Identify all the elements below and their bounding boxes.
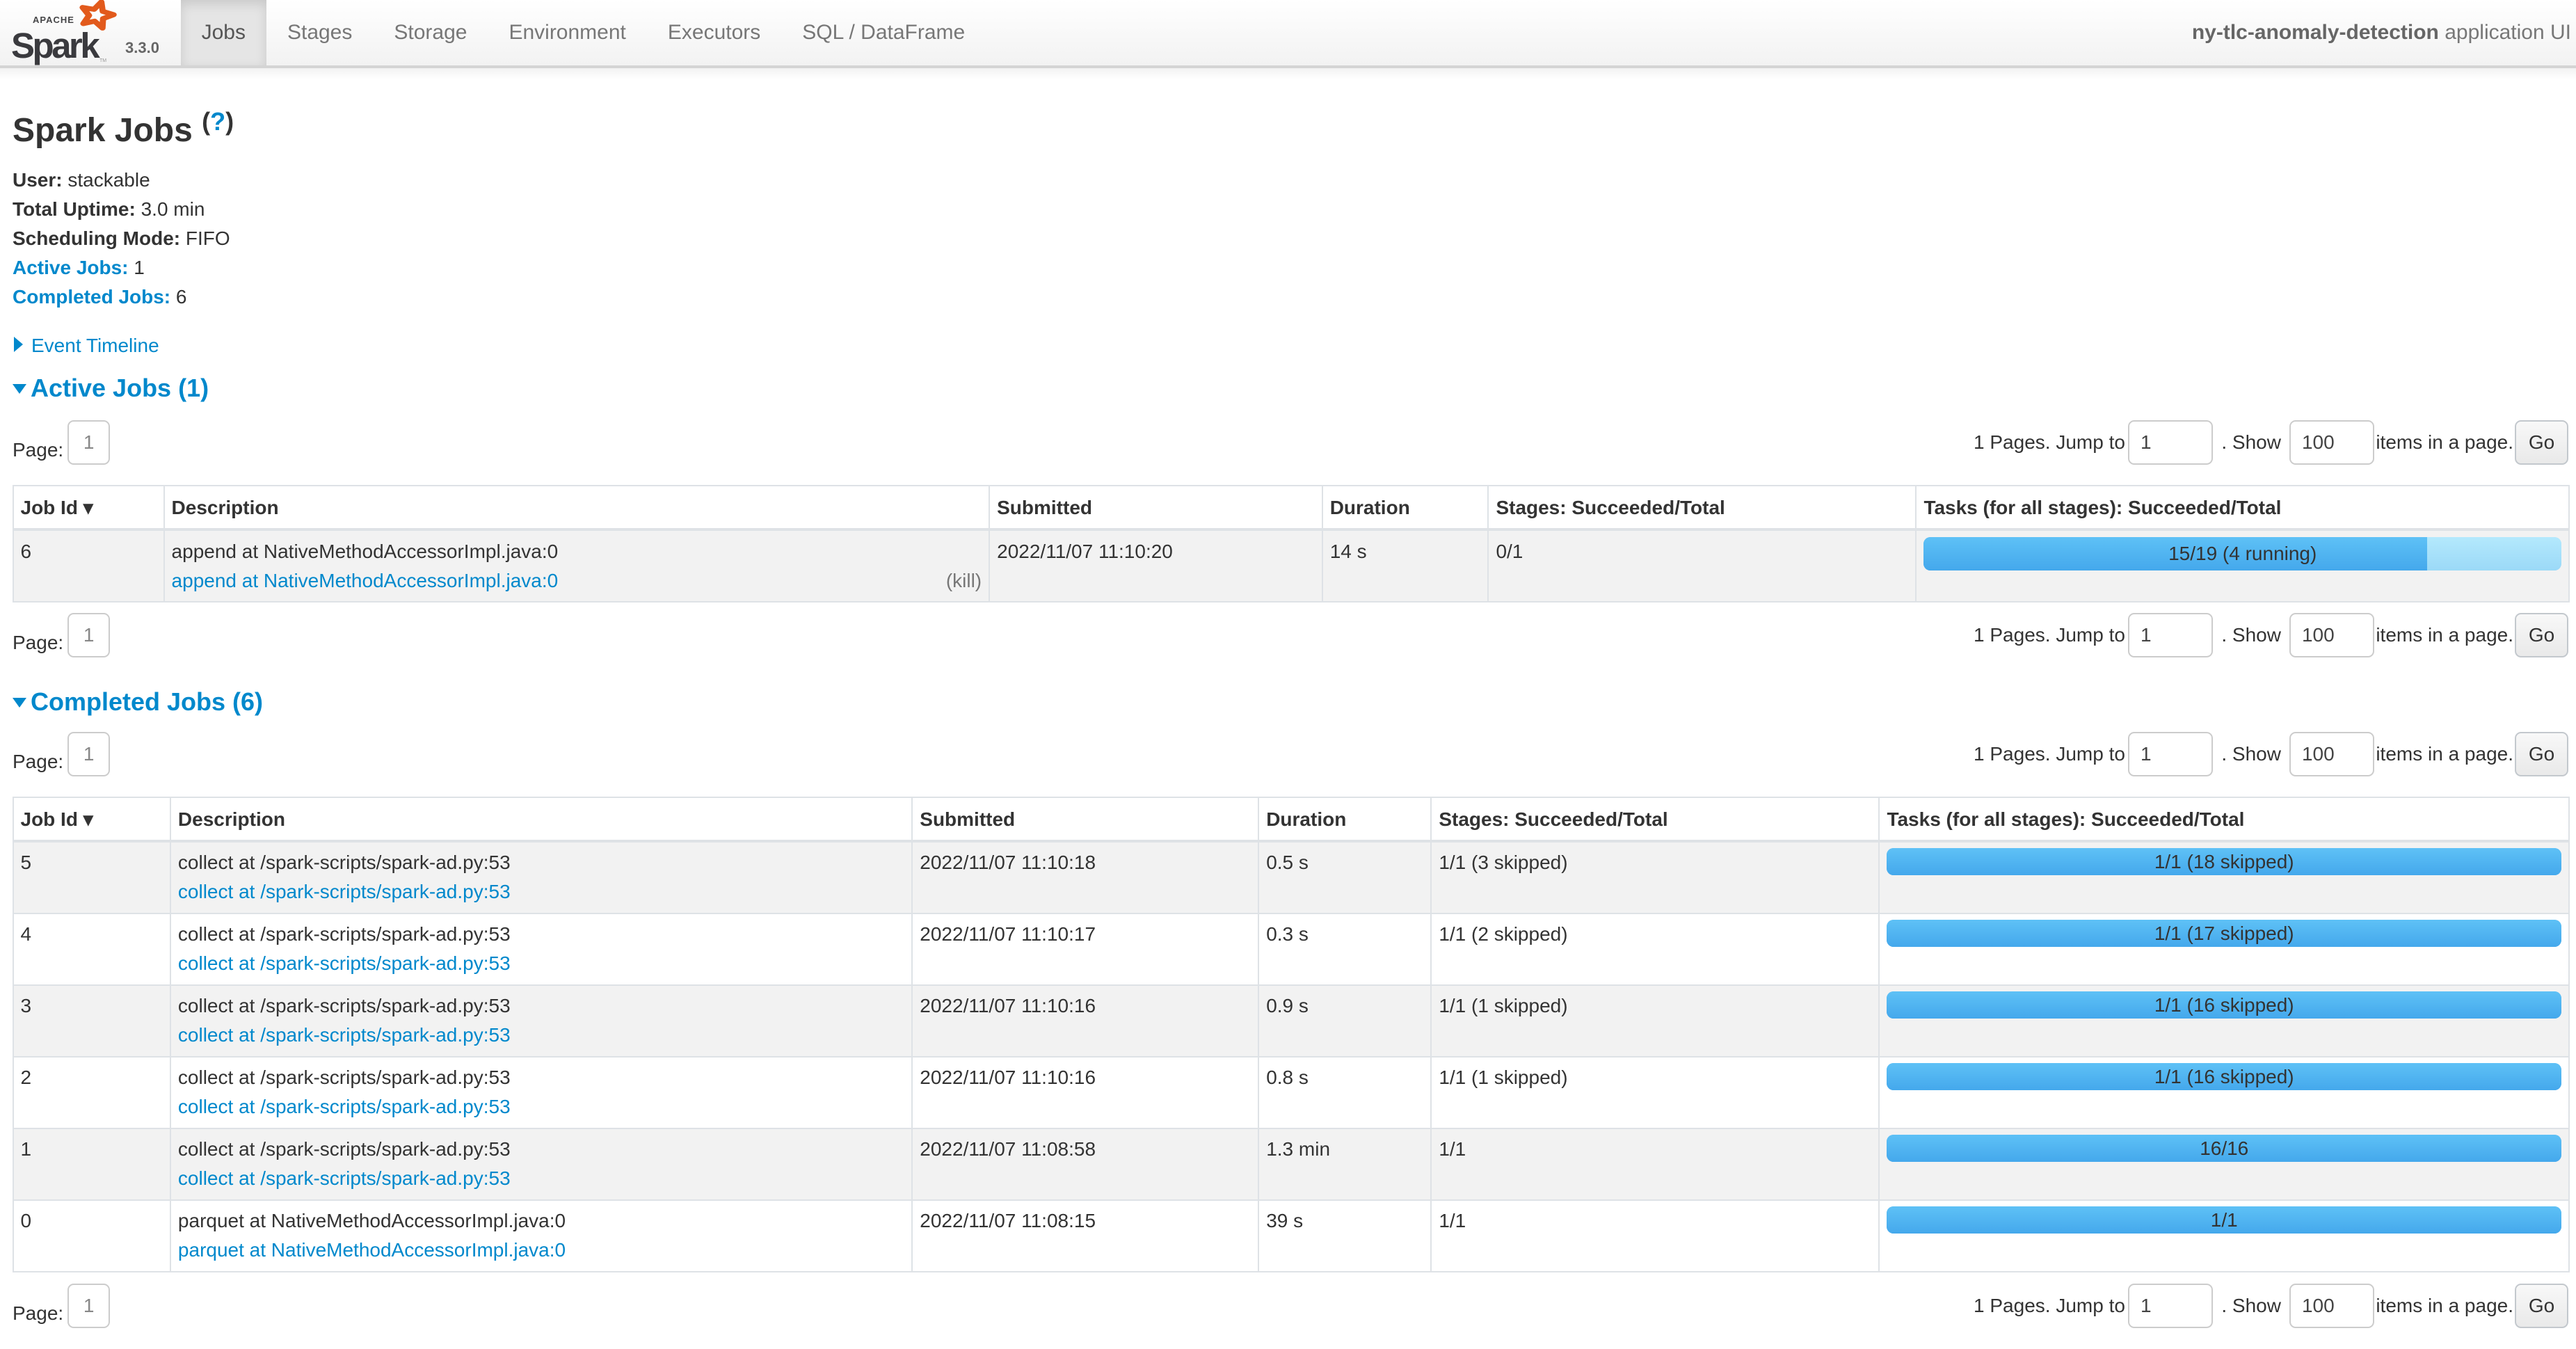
svg-text:Spark: Spark [11, 26, 100, 65]
svg-text:APACHE: APACHE [33, 15, 74, 25]
svg-text:TM: TM [99, 58, 106, 63]
